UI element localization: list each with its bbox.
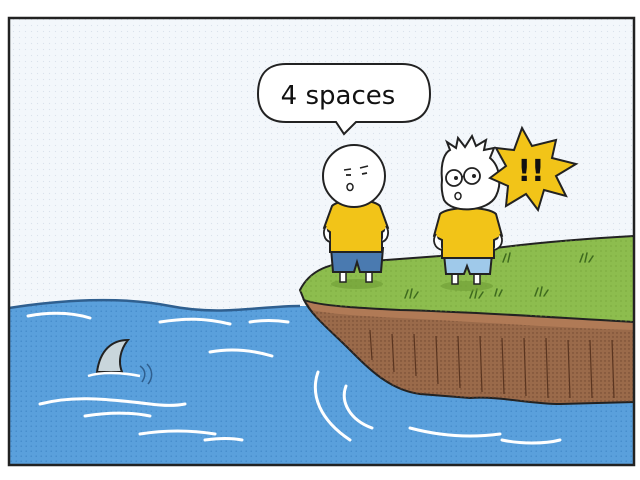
comic-panel: !! 4 spaces: [0, 0, 640, 480]
right-shirt: [432, 207, 504, 259]
comic-illustration: !! 4 spaces: [7, 16, 636, 467]
character-left: [322, 144, 390, 289]
left-head: [322, 144, 386, 208]
exclamation-text: !!: [517, 154, 544, 189]
speech-bubble-text: 4 spaces: [281, 81, 396, 111]
